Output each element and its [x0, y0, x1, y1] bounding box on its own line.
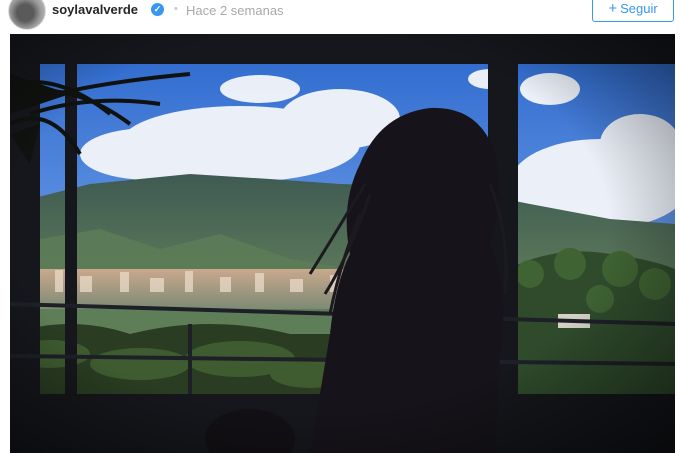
plus-icon: + — [608, 0, 618, 17]
post-header: soylavalverde ✓ • Hace 2 semanas + Segui… — [0, 0, 680, 34]
post-timestamp[interactable]: Hace 2 semanas — [186, 3, 284, 18]
post-photo[interactable] — [10, 34, 675, 453]
separator-dot: • — [174, 3, 178, 15]
photo-artwork — [10, 34, 675, 453]
follow-button[interactable]: + Seguir — [592, 0, 674, 22]
follow-label: Seguir — [620, 0, 658, 16]
username-link[interactable]: soylavalverde — [52, 2, 138, 17]
verified-badge-icon: ✓ — [151, 3, 164, 16]
avatar[interactable] — [8, 0, 46, 30]
